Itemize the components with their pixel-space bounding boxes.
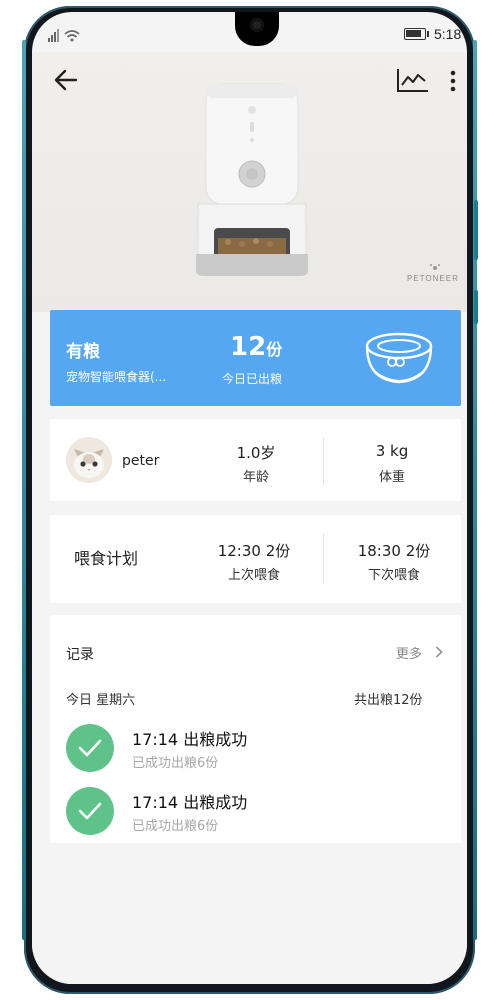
bezel-edge-left [22,40,26,940]
records-total: 共出粮12份 [354,693,423,708]
today-amount-label: 今日已出粮 [222,372,283,386]
record-item-title: 17:14 出粮成功 [132,730,248,749]
feeding-plan-title: 喂食计划 [74,549,139,568]
record-item-subtitle: 已成功出粮6份 [132,819,219,834]
pet-avatar[interactable] [66,437,112,483]
records-more-link[interactable]: 更多 [396,643,422,662]
line-chart-icon[interactable] [396,67,430,93]
today-amount-unit: 份 [266,340,283,359]
pet-age-value: 1.0岁 [236,444,276,462]
next-feeding-label: 下次喂食 [367,568,420,583]
phone-frame: 5:18 PETONEER 有粮 宠物智能喂食器(... 12份 今日已出粮 p… [0,0,499,1000]
next-feeding-value: 18:30 2份 [357,542,431,560]
pet-age-label: 年龄 [242,470,269,485]
brand-logo-icon [430,264,440,270]
battery-icon [404,28,426,40]
pet-weight-value: 3 kg [375,442,409,460]
front-camera [250,18,264,32]
last-feeding-label: 上次喂食 [227,568,280,583]
battery-tip [427,31,429,37]
check-icon [66,787,114,835]
food-status: 有粮 [66,342,100,362]
today-amount: 12份 [230,332,282,362]
record-item-title: 17:14 出粮成功 [132,793,248,812]
status-time: 5:18 [434,26,462,42]
today-amount-value: 12 [230,332,267,362]
more-vertical-icon[interactable] [450,70,456,92]
empty-area [32,843,467,984]
divider [323,437,324,485]
signal-icon [48,29,80,42]
status-bar: 5:18 [32,12,467,52]
cat-avatar-image [66,437,112,483]
pet-weight-label: 体重 [378,470,405,485]
pet-name: peter [122,453,160,469]
power-button [474,290,478,324]
app-screen: 5:18 PETONEER 有粮 宠物智能喂食器(... 12份 今日已出粮 p… [32,12,467,984]
record-item-subtitle: 已成功出粮6份 [132,756,219,771]
divider [323,534,324,584]
last-feeding-value: 12:30 2份 [217,542,291,560]
chevron-right-icon[interactable] [435,646,443,658]
device-name: 宠物智能喂食器(... [66,370,167,384]
check-icon [66,724,114,772]
records-title: 记录 [66,647,94,663]
pet-feeder-image [196,83,308,276]
records-day: 今日 星期六 [66,693,136,708]
brand-watermark: PETONEER [407,274,459,283]
bezel-edge-right [473,40,477,940]
volume-button [474,200,478,260]
arrow-left-icon[interactable] [52,66,80,94]
bowl-icon [365,332,433,384]
